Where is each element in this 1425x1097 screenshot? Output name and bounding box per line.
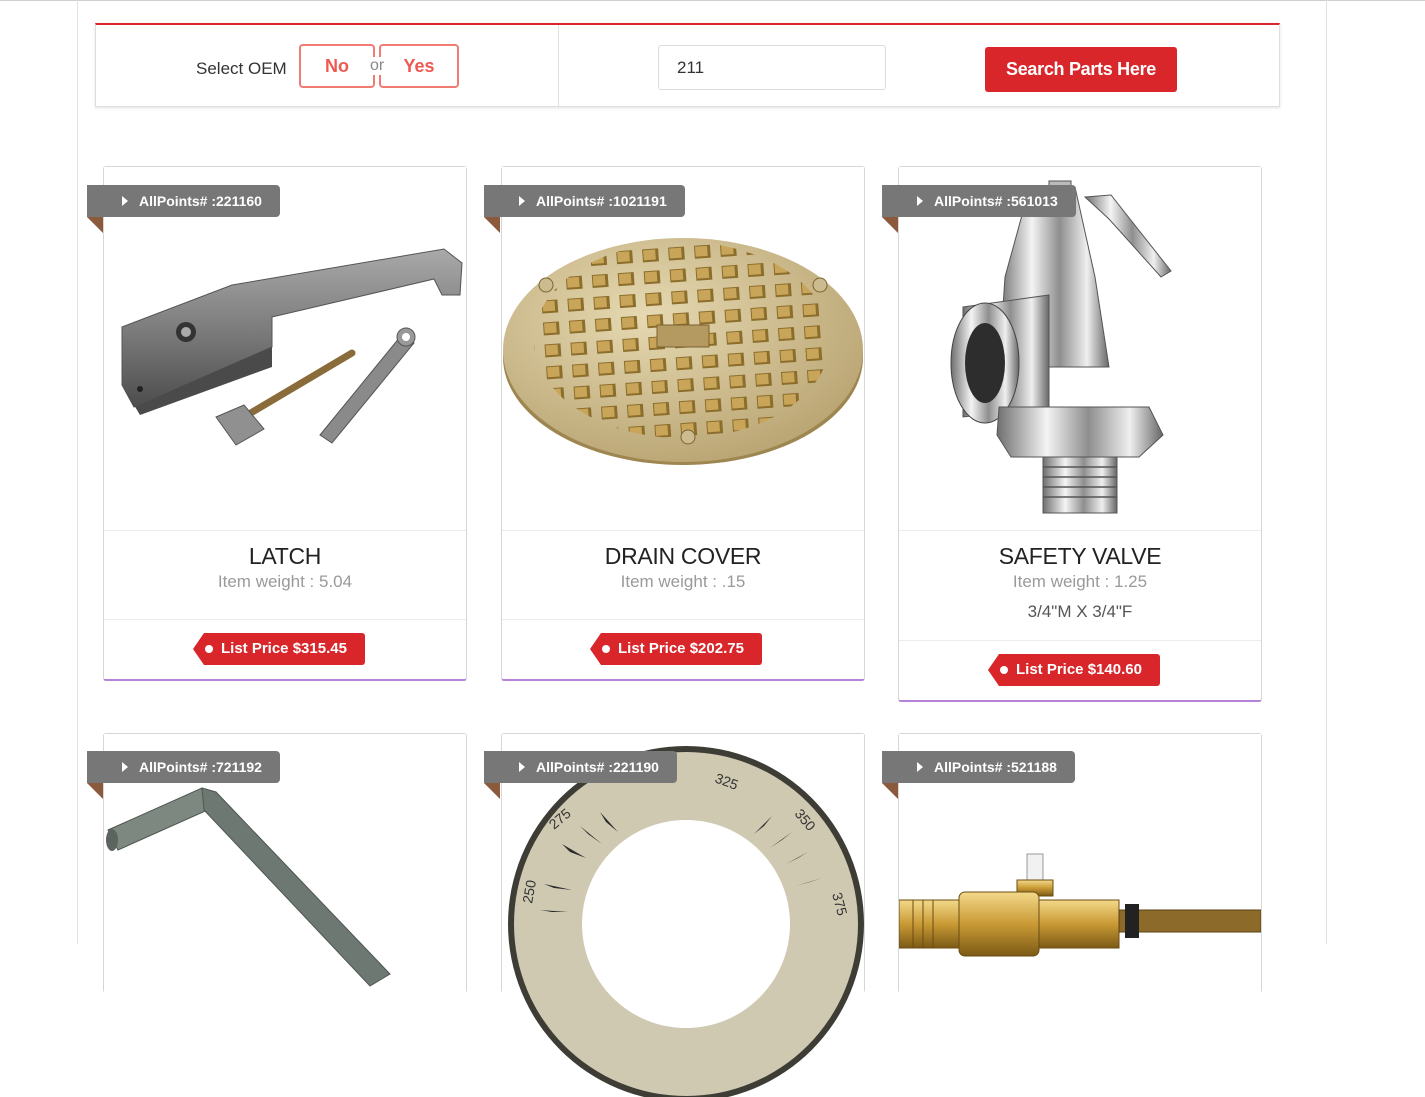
card-divider [104, 530, 466, 531]
search-parts-button[interactable]: Search Parts Here [985, 47, 1177, 92]
list-price-tag[interactable]: List Price $140.60 [988, 654, 1160, 686]
list-price-label: List Price $202.75 [618, 640, 744, 657]
allpoints-ribbon[interactable]: AllPoints# :221160 [87, 185, 280, 217]
product-image[interactable]: 275 325 350 375 250 [502, 734, 864, 1097]
price-dot-icon [602, 645, 610, 653]
product-weight: Item weight : 5.04 [217, 572, 353, 591]
product-image[interactable] [899, 734, 1261, 1097]
card-divider [502, 619, 864, 620]
list-price-tag[interactable]: List Price $315.45 [193, 633, 365, 665]
brass-valve-image [899, 853, 1261, 957]
caret-right-icon [917, 762, 923, 772]
oem-no-button[interactable]: No [299, 44, 375, 88]
allpoints-number: AllPoints# :561013 [934, 193, 1058, 209]
card-divider [502, 530, 864, 531]
top-rule [0, 0, 1425, 1]
card-divider [104, 619, 466, 620]
part-search-input[interactable] [658, 45, 886, 90]
caret-right-icon [122, 762, 128, 772]
product-image[interactable] [899, 167, 1261, 530]
allpoints-ribbon[interactable]: AllPoints# :221190 [484, 751, 677, 783]
caret-right-icon [519, 762, 525, 772]
ribbon-fold [882, 783, 898, 799]
safety-valve-image [950, 180, 1172, 514]
price-dot-icon [205, 645, 213, 653]
allpoints-number: AllPoints# :221190 [536, 759, 659, 775]
ribbon-fold [882, 217, 898, 233]
or-label: or [368, 57, 387, 75]
oem-yes-button[interactable]: Yes [379, 44, 459, 88]
allpoints-ribbon[interactable]: AllPoints# :721192 [87, 751, 280, 783]
search-bar: Select OEM No Yes or Search Parts Here [95, 23, 1280, 107]
allpoints-ribbon[interactable]: AllPoints# :561013 [882, 185, 1076, 217]
ribbon-fold [87, 783, 103, 799]
allpoints-number: AllPoints# :521188 [934, 759, 1057, 775]
product-title[interactable]: DRAIN COVER [502, 543, 864, 570]
allpoints-number: AllPoints# :221160 [139, 193, 262, 209]
allpoints-number: AllPoints# :1021191 [536, 193, 667, 209]
product-card[interactable]: SAFETY VALVE Item weight : 1.25 3/4"M X … [898, 166, 1262, 702]
product-image[interactable] [502, 167, 864, 530]
latch-image [121, 248, 463, 446]
caret-right-icon [122, 196, 128, 206]
thermostat-dial-image: 275 325 350 375 250 [508, 746, 864, 1097]
hex-key-image [106, 787, 391, 987]
card-divider [899, 640, 1261, 641]
page-border-right [1326, 0, 1327, 944]
oem-label: Select OEM [196, 59, 287, 78]
product-description: 3/4"M X 3/4"F [1027, 602, 1133, 621]
search-divider [558, 25, 559, 107]
product-image[interactable] [104, 167, 466, 530]
allpoints-number: AllPoints# :721192 [139, 759, 262, 775]
ribbon-fold [484, 783, 500, 799]
caret-right-icon [519, 196, 525, 206]
allpoints-ribbon[interactable]: AllPoints# :1021191 [484, 185, 685, 217]
product-image[interactable] [104, 734, 466, 1097]
list-price-tag[interactable]: List Price $202.75 [590, 633, 762, 665]
product-weight: Item weight : .15 [620, 572, 746, 591]
card-divider [899, 530, 1261, 531]
product-card[interactable]: LATCH Item weight : 5.04 List Price $315… [103, 166, 467, 681]
list-price-label: List Price $140.60 [1016, 661, 1142, 678]
product-weight: Item weight : 1.25 [1012, 572, 1148, 591]
price-dot-icon [1000, 666, 1008, 674]
product-card[interactable]: DRAIN COVER Item weight : .15 List Price… [501, 166, 865, 681]
list-price-label: List Price $315.45 [221, 640, 347, 657]
caret-right-icon [917, 196, 923, 206]
product-title[interactable]: LATCH [104, 543, 466, 570]
ribbon-fold [484, 217, 500, 233]
drain-cover-image [503, 238, 863, 465]
ribbon-fold [87, 217, 103, 233]
product-title[interactable]: SAFETY VALVE [899, 543, 1261, 570]
page-border-left [77, 0, 78, 944]
allpoints-ribbon[interactable]: AllPoints# :521188 [882, 751, 1075, 783]
